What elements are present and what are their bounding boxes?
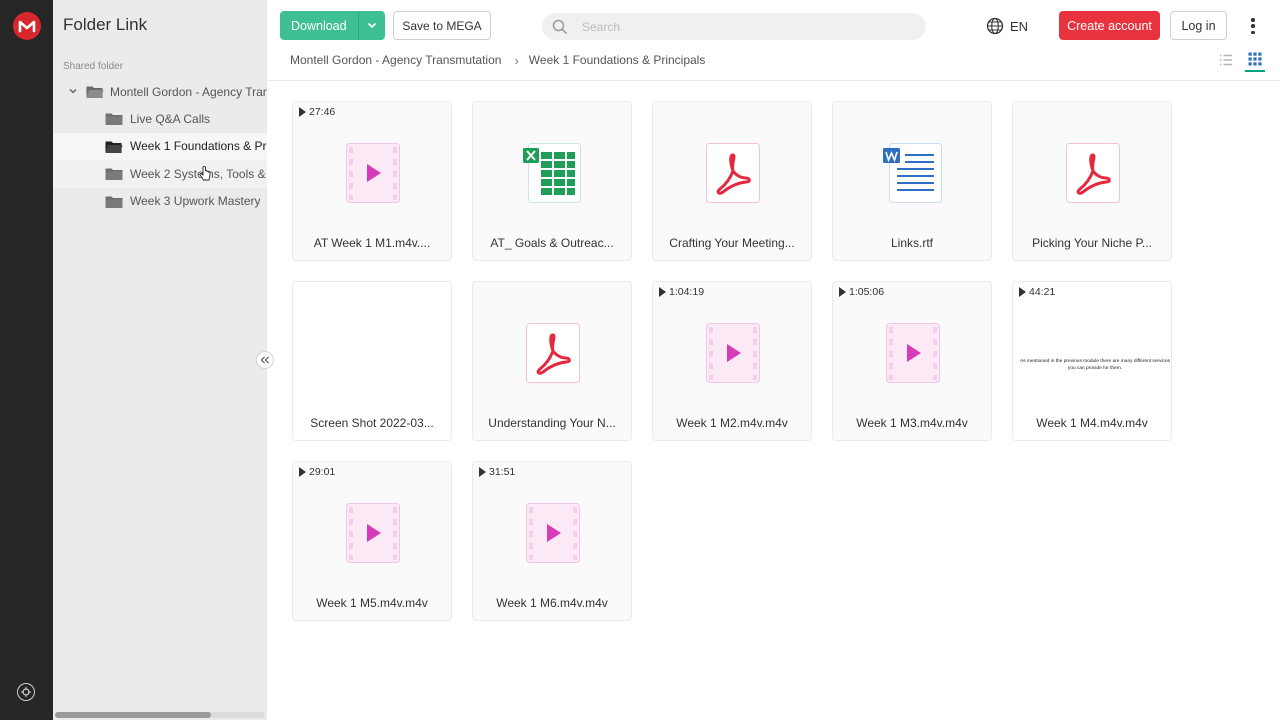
file-name: Week 1 M2.m4v.m4v	[676, 416, 788, 430]
video-thumbnail-text: As mentioned in the previous module ther…	[1019, 359, 1171, 372]
file-name: Picking Your Niche P...	[1032, 236, 1152, 250]
download-options-button[interactable]	[359, 22, 385, 29]
file-name: Links.rtf	[890, 236, 933, 250]
search-icon	[552, 19, 568, 35]
divider	[267, 80, 1280, 81]
file-name: Week 1 M6.m4v.m4v	[496, 596, 608, 610]
file-name: Understanding Your N...	[488, 416, 616, 430]
language-code: EN	[1010, 18, 1029, 34]
chevron-down-icon	[367, 22, 377, 29]
video-duration: 1:05:06	[839, 286, 884, 298]
mega-logo-icon[interactable]	[13, 12, 41, 40]
folder-open-icon	[105, 141, 123, 153]
file-card[interactable]: Crafting Your Meeting...	[652, 101, 812, 261]
page-title: Folder Link	[63, 15, 148, 34]
video-duration: 1:04:19	[659, 286, 704, 298]
file-name: Week 1 M4.m4v.m4v	[1036, 416, 1148, 430]
video-duration: 31:51	[479, 466, 515, 478]
folder-open-icon	[86, 86, 104, 98]
video-duration: 27:46	[299, 106, 335, 118]
play-small-icon	[299, 107, 306, 117]
breadcrumb-current: Week 1 Foundations & Principals	[528, 53, 706, 67]
more-menu-icon[interactable]	[1245, 17, 1261, 35]
app-rail	[0, 0, 53, 720]
tree-item-label: Montell Gordon - Agency Transmutation	[110, 84, 267, 99]
file-card[interactable]: 1:04:19 Week 1 M2.m4v.m4v	[652, 281, 812, 441]
tree-item-label: Week 3 Upwork Mastery	[130, 194, 261, 209]
scrollbar-thumb[interactable]	[55, 712, 211, 718]
play-small-icon	[659, 287, 666, 297]
tree-item-week-2[interactable]: Week 2 Systems, Tools & Automation	[53, 160, 267, 188]
download-button[interactable]: Download	[280, 11, 385, 40]
folder-icon	[105, 168, 123, 180]
file-card[interactable]: 1:05:06 Week 1 M3.m4v.m4v	[832, 281, 992, 441]
list-view-icon[interactable]	[1219, 53, 1233, 67]
file-name: AT Week 1 M1.m4v....	[313, 236, 431, 250]
save-to-mega-button[interactable]: Save to MEGA	[393, 11, 491, 40]
search-input[interactable]	[582, 13, 912, 40]
file-card[interactable]: 29:01 Week 1 M5.m4v.m4v	[292, 461, 452, 621]
breadcrumb: Montell Gordon - Agency Transmutation › …	[290, 52, 705, 68]
tree-item-week-3[interactable]: Week 3 Upwork Mastery	[53, 188, 267, 216]
video-duration: 29:01	[299, 466, 335, 478]
video-file-icon	[523, 502, 583, 564]
folder-icon	[105, 113, 123, 125]
play-small-icon	[299, 467, 306, 477]
file-card[interactable]: Links.rtf	[832, 101, 992, 261]
download-label: Download	[291, 18, 347, 33]
pdf-file-icon	[703, 142, 763, 204]
play-small-icon	[479, 467, 486, 477]
file-name: AT_ Goals & Outreac...	[490, 236, 614, 250]
help-icon[interactable]	[17, 683, 35, 701]
sidebar: Folder Link Shared folder Montell Gordon…	[53, 0, 267, 720]
file-card[interactable]: Screen Shot 2022-03...	[292, 281, 452, 441]
video-file-icon	[343, 502, 403, 564]
shared-folder-label: Shared folder	[63, 61, 124, 72]
file-card[interactable]: Understanding Your N...	[472, 281, 632, 441]
grid-view-icon[interactable]	[1248, 52, 1262, 66]
file-card[interactable]: Picking Your Niche P...	[1012, 101, 1172, 261]
tree-item-root-folder[interactable]: Montell Gordon - Agency Transmutation	[53, 78, 267, 105]
file-card[interactable]: AT_ Goals & Outreac...	[472, 101, 632, 261]
pdf-file-icon	[523, 322, 583, 384]
video-file-icon	[703, 322, 763, 384]
spreadsheet-file-icon	[523, 142, 583, 204]
language-selector[interactable]: EN	[986, 16, 1028, 36]
chevron-right-icon: ›	[514, 52, 519, 68]
hand-cursor-icon	[199, 166, 211, 181]
video-file-icon	[343, 142, 403, 204]
file-name: Week 1 M3.m4v.m4v	[856, 416, 968, 430]
play-small-icon	[1019, 287, 1026, 297]
file-card[interactable]: 27:46 AT Week 1 M1.m4v....	[292, 101, 452, 261]
chevron-down-icon[interactable]	[68, 86, 78, 96]
tree-item-week-1[interactable]: Week 1 Foundations & Principals	[53, 132, 267, 160]
file-name: Crafting Your Meeting...	[669, 236, 795, 250]
login-button[interactable]: Log in	[1170, 11, 1227, 40]
play-small-icon	[839, 287, 846, 297]
sidebar-scrollbar[interactable]	[55, 712, 265, 718]
file-name: Screen Shot 2022-03...	[310, 416, 434, 430]
globe-icon	[986, 17, 1004, 35]
tree-item-label: Week 1 Foundations & Principals	[130, 139, 267, 154]
file-card[interactable]: 44:21 As mentioned in the previous modul…	[1012, 281, 1172, 441]
create-account-button[interactable]: Create account	[1059, 11, 1160, 40]
tree-item-live-qa-calls[interactable]: Live Q&A Calls	[53, 105, 267, 133]
file-name: Week 1 M5.m4v.m4v	[316, 596, 428, 610]
collapse-sidebar-button[interactable]	[256, 351, 274, 369]
pdf-file-icon	[1063, 142, 1123, 204]
word-file-icon	[883, 142, 943, 204]
active-view-indicator	[1245, 70, 1265, 72]
double-chevron-left-icon	[260, 356, 269, 364]
folder-icon	[105, 196, 123, 208]
tree-item-label: Live Q&A Calls	[130, 111, 211, 126]
folder-tree: Montell Gordon - Agency Transmutation Li…	[53, 78, 267, 215]
video-duration: 44:21	[1019, 286, 1055, 298]
breadcrumb-root[interactable]: Montell Gordon - Agency Transmutation	[290, 53, 501, 67]
file-card[interactable]: 31:51 Week 1 M6.m4v.m4v	[472, 461, 632, 621]
search-bar[interactable]	[542, 13, 926, 40]
video-file-icon	[883, 322, 943, 384]
